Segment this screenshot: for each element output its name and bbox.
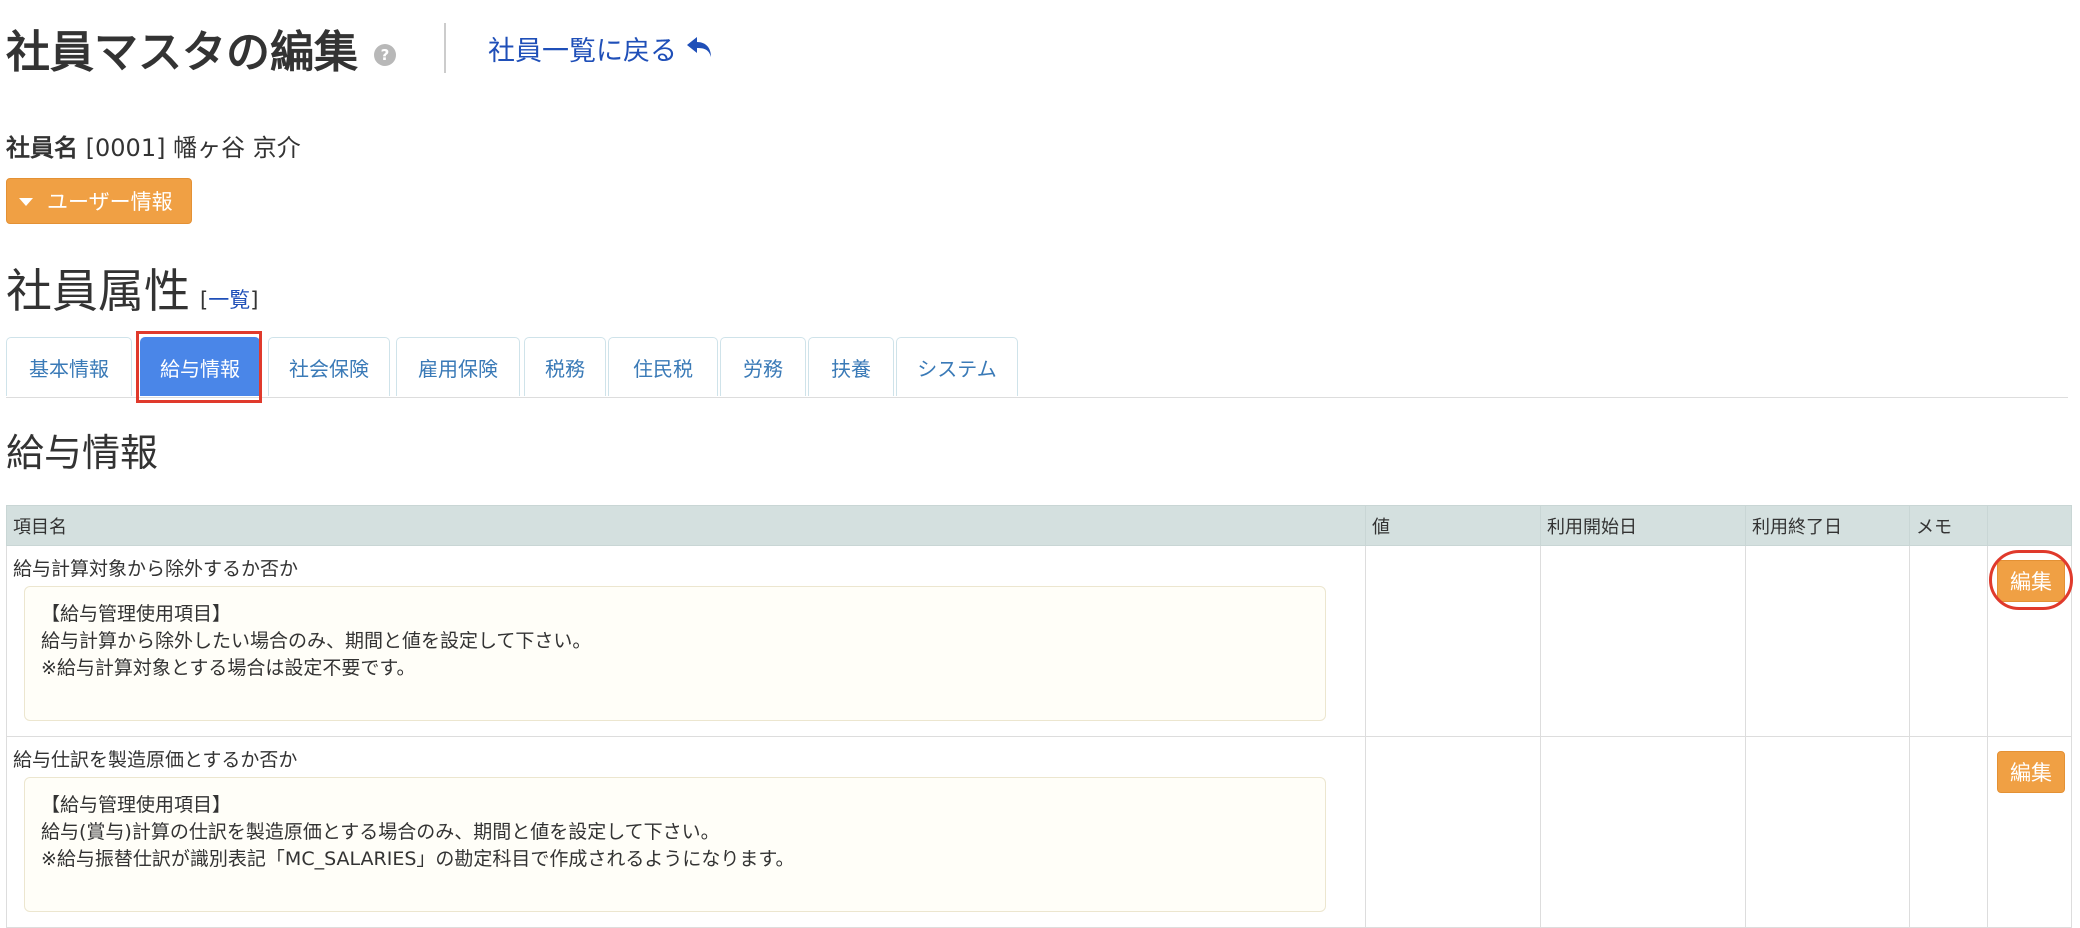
employee-attributes-heading: 社員属性 [一覧] [6,255,258,321]
reply-arrow-icon [687,37,711,57]
attributes-title: 社員属性 [6,264,190,318]
tab-social-insurance[interactable]: 社会保険 [268,337,390,396]
page-header: 社員マスタの編集 ? 社員一覧に戻る [6,16,715,80]
table-header-row: 項目名 値 利用開始日 利用終了日 メモ [6,505,2072,546]
caret-down-icon [19,198,33,206]
tab-system[interactable]: システム [896,337,1018,396]
column-header-value: 値 [1365,505,1541,546]
item-name: 給与計算対象から除外するか否か [13,558,299,580]
page-title: 社員マスタの編集 [6,27,358,78]
start-date-cell [1540,545,1746,737]
item-note: 【給与管理使用項目】 給与計算から除外したい場合のみ、期間と値を設定して下さい。… [24,586,1326,721]
employee-name-line: 社員名 [0001] 幡ヶ谷 京介 [6,128,301,163]
item-cell: 給与仕訳を製造原価とするか否か 【給与管理使用項目】 給与(賞与)計算の仕訳を製… [6,736,1366,928]
item-name: 給与仕訳を製造原価とするか否か [13,749,298,771]
tab-dependents[interactable]: 扶養 [808,337,894,396]
memo-cell [1909,545,1988,737]
item-note: 【給与管理使用項目】 給与(賞与)計算の仕訳を製造原価とする場合のみ、期間と値を… [24,777,1326,912]
employee-name-value: [0001] 幡ヶ谷 京介 [85,134,301,162]
start-date-cell [1540,736,1746,928]
tab-basic-info[interactable]: 基本情報 [6,337,132,396]
user-info-toggle-button[interactable]: ユーザー情報 [6,178,192,224]
attribute-tabs: 基本情報 給与情報 社会保険 雇用保険 税務 住民税 労務 扶養 システム [6,337,2068,398]
attributes-list-link-wrapper: [一覧] [200,288,259,312]
column-header-actions [1987,505,2072,546]
edit-button[interactable]: 編集 [1997,751,2065,793]
tab-tax[interactable]: 税務 [524,337,606,396]
tab-employment-insurance[interactable]: 雇用保険 [396,337,520,396]
employee-name-label: 社員名 [6,134,78,162]
action-cell: 編集 [1987,545,2073,737]
column-header-item-name: 項目名 [6,505,1366,546]
end-date-cell [1745,545,1910,737]
memo-cell [1909,736,1988,928]
salary-attributes-table: 項目名 値 利用開始日 利用終了日 メモ 給与計算対象から除外するか否か 【給与… [6,505,2073,928]
header-divider [444,23,446,73]
back-link-label: 社員一覧に戻る [488,35,677,67]
value-cell [1365,736,1541,928]
value-cell [1365,545,1541,737]
tab-labor[interactable]: 労務 [720,337,806,396]
edit-button[interactable]: 編集 [1997,560,2065,602]
user-info-button-label: ユーザー情報 [47,190,173,214]
section-title: 給与情報 [6,431,159,475]
column-header-memo: メモ [1909,505,1988,546]
tab-salary-info[interactable]: 給与情報 [140,337,260,396]
action-cell: 編集 [1987,736,2072,928]
end-date-cell [1745,736,1910,928]
tab-resident-tax[interactable]: 住民税 [608,337,718,396]
column-header-start-date: 利用開始日 [1540,505,1746,546]
back-to-list-link[interactable]: 社員一覧に戻る [488,29,715,68]
help-icon[interactable]: ? [374,44,396,66]
table-row: 給与仕訳を製造原価とするか否か 【給与管理使用項目】 給与(賞与)計算の仕訳を製… [6,736,2072,928]
table-row: 給与計算対象から除外するか否か 【給与管理使用項目】 給与計算から除外したい場合… [6,545,2073,737]
attributes-list-link[interactable]: 一覧 [208,288,250,312]
item-cell: 給与計算対象から除外するか否か 【給与管理使用項目】 給与計算から除外したい場合… [6,545,1366,737]
column-header-end-date: 利用終了日 [1745,505,1910,546]
